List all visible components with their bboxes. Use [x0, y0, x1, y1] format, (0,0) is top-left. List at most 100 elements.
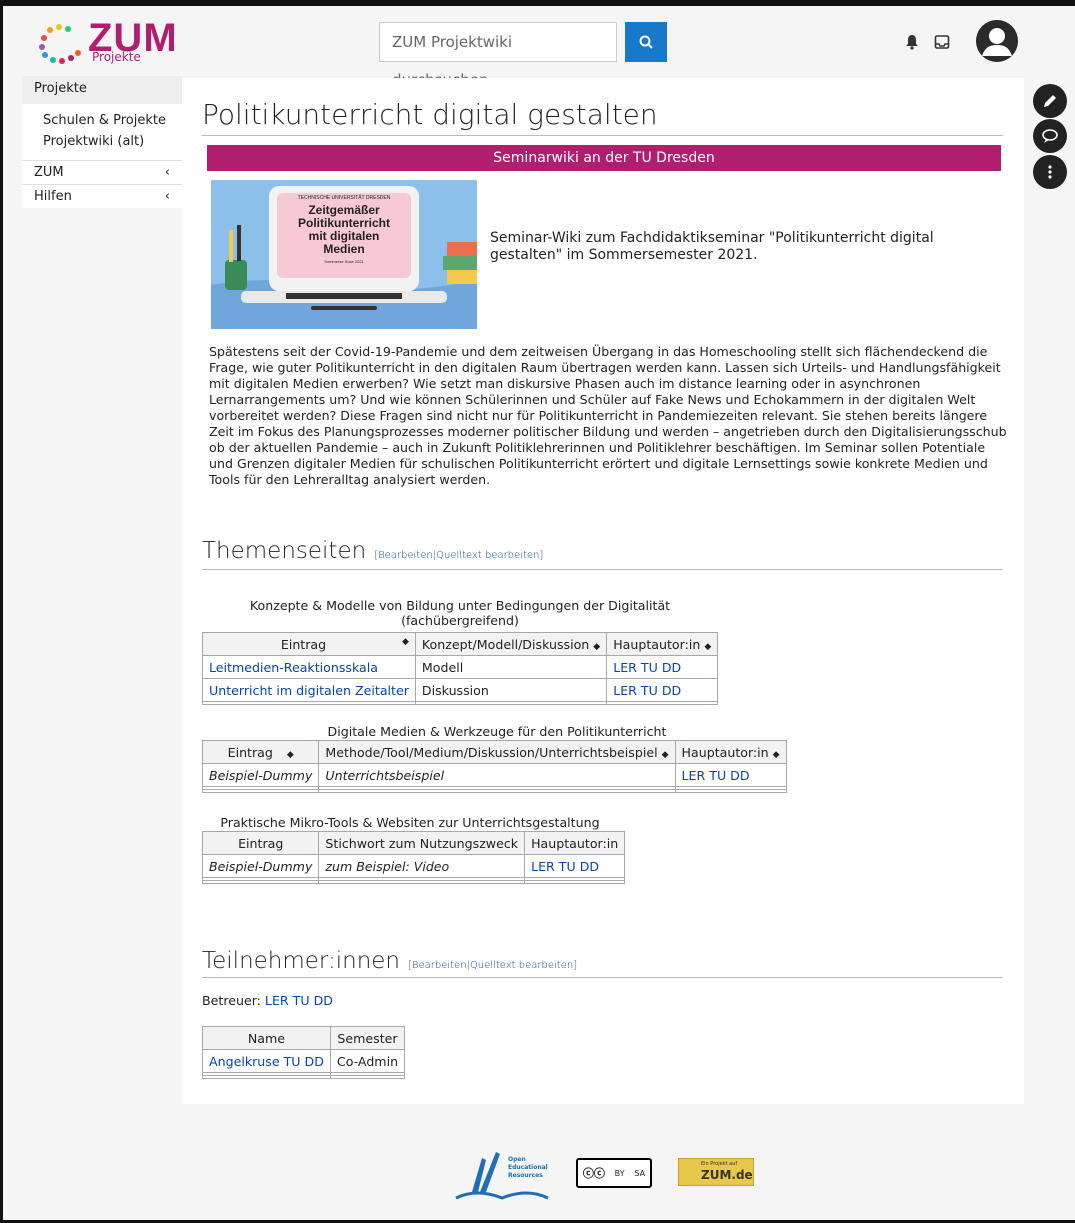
sort-icon: ◆: [704, 641, 712, 652]
table-caption: Digitale Medien & Werkzeuge für den Poli…: [327, 724, 667, 739]
cc-icon: ⓒⓒ: [582, 1167, 605, 1180]
section-heading-themen: Themenseiten [Bearbeiten|Quelltext bearbe…: [202, 538, 543, 564]
column-header: Name: [202, 1026, 331, 1050]
sort-icon: ◆: [286, 749, 294, 760]
search-icon: [639, 35, 653, 49]
themen-table-2: Eintrag ◆ Methode/Tool/Medium/Diskussion/…: [201, 740, 787, 793]
sort-icon: ◆: [593, 641, 601, 652]
column-header: Stichwort zum Nutzungszweck: [318, 831, 526, 855]
inbox-button[interactable]: [934, 34, 950, 54]
table-cell: Diskussion: [414, 678, 608, 702]
table-cell: Beispiel-Dummy: [201, 763, 320, 787]
betreuer-line: Betreuer: LER TU DD: [202, 993, 333, 1008]
sort-icon: ◆: [401, 636, 409, 647]
zum-de-text: ZUM.de: [701, 1168, 753, 1182]
more-actions-button[interactable]: [1033, 155, 1067, 189]
table-row: Leitmedien-Reaktionsskala Modell LER TU …: [202, 655, 719, 679]
table-link[interactable]: Leitmedien-Reaktionsskala: [209, 660, 378, 675]
table-cell: Modell: [414, 655, 608, 679]
table-cell: Co-Admin: [329, 1049, 406, 1073]
participants-table: Name Semester Angelkruse TU DD Co-Admin: [202, 1026, 406, 1079]
sidebar-item-projektwiki[interactable]: Projektwiki (alt): [22, 131, 182, 152]
sidebar-item-schulen[interactable]: Schulen & Projekte: [22, 110, 182, 131]
participant-link[interactable]: Angelkruse TU DD: [209, 1054, 324, 1069]
column-header[interactable]: Eintrag ◆: [202, 632, 416, 656]
section-title: Themenseiten: [202, 538, 367, 564]
source-edit-link[interactable]: Quelltext bearbeiten: [470, 960, 573, 971]
search-input[interactable]: ZUM Projektwiki durchsuchen: [379, 22, 617, 89]
user-avatar[interactable]: [976, 20, 1018, 62]
column-header[interactable]: Konzept/Modell/Diskussion ◆: [414, 632, 608, 656]
author-link[interactable]: LER TU DD: [613, 660, 681, 675]
intro-text: Seminar-Wiki zum Fachdidaktikseminar "Po…: [490, 230, 934, 263]
zum-de-badge[interactable]: Ein Projekt auf ZUM.de: [678, 1158, 754, 1186]
table-cell: zum Beispiel: Video: [318, 854, 526, 878]
table-caption: Praktische Mikro-Tools & Websiten zur Un…: [220, 815, 600, 830]
pencil-icon: [1044, 95, 1056, 107]
description-paragraph: Spätestens seit der Covid-19-Pandemie un…: [209, 344, 1007, 487]
sidebar-item-label: ZUM: [34, 165, 64, 180]
bell-icon: [906, 35, 918, 50]
table-row: Unterricht im digitalen Zeitalter Diskus…: [202, 678, 719, 702]
edit-link[interactable]: Bearbeiten: [378, 550, 433, 561]
sidebar-item-hilfen[interactable]: Hilfen ‹: [22, 184, 182, 208]
section-edit-links: [Bearbeiten|Quelltext bearbeiten]: [374, 550, 544, 561]
table-row: Beispiel-Dummy Unterrichtsbeispiel LER T…: [201, 763, 787, 787]
zum-logo[interactable]: ZUM Projekte: [36, 16, 177, 66]
logo-dots-icon: [39, 24, 81, 64]
source-edit-link[interactable]: Quelltext bearbeiten: [436, 550, 539, 561]
sidebar: Projekte Schulen & Projekte Projektwiki …: [22, 76, 182, 208]
themen-table-3: Eintrag Stichwort zum Nutzungszweck Haup…: [201, 831, 626, 884]
column-header[interactable]: Hauptautor:in ◆: [674, 740, 787, 764]
betreuer-link[interactable]: LER TU DD: [265, 993, 333, 1008]
title-divider: [202, 135, 1003, 136]
column-header[interactable]: Methode/Tool/Medium/Diskussion/Unterrich…: [318, 740, 676, 764]
column-header[interactable]: Eintrag ◆: [201, 740, 320, 764]
notifications-button[interactable]: [905, 34, 919, 54]
zum-de-small: Ein Projekt auf: [701, 1161, 738, 1167]
hero-sub-text: Sommerse­ Sose 2021: [324, 259, 364, 264]
oer-text: Open Educational Resources: [508, 1156, 548, 1179]
sort-icon: ◆: [661, 749, 669, 760]
discussion-button[interactable]: [1033, 119, 1067, 153]
sort-icon: ◆: [772, 749, 780, 760]
sidebar-head[interactable]: Projekte: [22, 76, 182, 104]
chat-icon: [1042, 129, 1058, 143]
themen-table-1: Eintrag ◆ Konzept/Modell/Diskussion ◆ Haup…: [202, 632, 719, 705]
edit-link[interactable]: Bearbeiten: [412, 960, 467, 971]
table-cell: Unterrichtsbeispiel: [318, 763, 676, 787]
page-title: Politikunterricht digital gestalten: [202, 98, 658, 131]
section-edit-links: [Bearbeiten|Quelltext bearbeiten]: [408, 960, 578, 971]
author-link[interactable]: LER TU DD: [531, 859, 599, 874]
author-link[interactable]: LER TU DD: [613, 683, 681, 698]
chevron-left-icon: ‹: [164, 189, 170, 204]
hero-line-4: Medien: [323, 242, 365, 256]
chevron-left-icon: ‹: [164, 165, 170, 180]
more-icon: [1048, 165, 1052, 179]
column-header[interactable]: Hauptautor:in ◆: [606, 632, 719, 656]
cc-license-badge[interactable]: ⓒⓒ BY SA: [576, 1158, 652, 1188]
inbox-icon: [934, 35, 950, 49]
sidebar-item-zum[interactable]: ZUM ‹: [22, 160, 182, 184]
seminar-banner: Seminarwiki an der TU Dresden: [207, 145, 1001, 171]
table-cell: Beispiel-Dummy: [201, 854, 320, 878]
section-heading-teilnehmer: Teilnehmer:innen [Bearbeiten|Quelltext be…: [202, 948, 577, 974]
edit-page-button[interactable]: [1033, 84, 1067, 118]
table-link[interactable]: Unterricht im digitalen Zeitalter: [209, 683, 409, 698]
seminar-hero-image[interactable]: TECHNISCHE UNIVERSITÄT DRESDEN Zeitgemäß…: [211, 180, 477, 329]
logo-subtext: Projekte: [92, 50, 141, 64]
table-caption: Konzepte & Modelle von Bildung unter Bed…: [249, 598, 671, 628]
oer-logo[interactable]: Open Educational Resources: [452, 1148, 552, 1204]
author-link[interactable]: LER TU DD: [682, 768, 750, 783]
cc-sa-label: SA: [634, 1168, 646, 1178]
cc-by-label: BY: [614, 1168, 625, 1178]
table-row: Angelkruse TU DD Co-Admin: [202, 1049, 406, 1073]
section-divider: [202, 569, 1003, 570]
sidebar-item-label: Hilfen: [34, 189, 72, 204]
column-header: Eintrag: [201, 831, 320, 855]
table-row: Beispiel-Dummy zum Beispiel: Video LER T…: [201, 854, 626, 878]
search-button[interactable]: [625, 22, 667, 62]
section-title: Teilnehmer:innen: [202, 948, 401, 974]
column-header: Hauptautor:in: [524, 831, 626, 855]
section-divider: [202, 977, 1003, 978]
